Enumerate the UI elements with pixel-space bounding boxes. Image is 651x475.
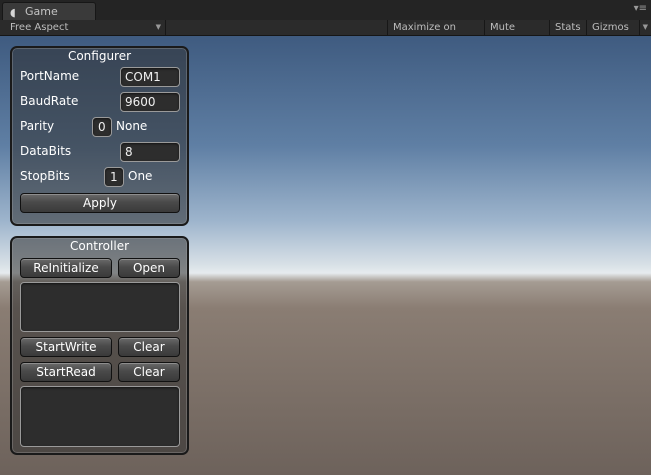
game-toolbar: Free Aspect ▼ Maximize on Play Mute audi… [0, 20, 651, 48]
data-bits-label: DataBits [20, 144, 72, 158]
read-text-area[interactable] [20, 386, 180, 447]
parity-label: Parity [20, 119, 55, 133]
controller-panel: Controller ReInitialize Open StartWrite … [10, 236, 189, 455]
chevron-down-icon: ▼ [155, 23, 161, 31]
baud-rate-label: BaudRate [20, 94, 79, 108]
tab-game-label: Game [25, 5, 58, 18]
aspect-dropdown-label: Free Aspect [10, 22, 69, 33]
tab-menu-icon[interactable]: ▾≡ [634, 4, 647, 14]
parity-field[interactable]: 0 [92, 117, 112, 137]
stats-toggle[interactable]: Stats [549, 20, 586, 35]
parity-value-text: None [116, 119, 148, 133]
tab-bar: ◖ Game ▾≡ [0, 0, 651, 20]
open-button[interactable]: Open [118, 258, 180, 278]
tab-game[interactable]: ◖ Game [2, 2, 96, 20]
stop-bits-value-text: One [128, 169, 153, 183]
configurer-panel: Configurer PortName COM1 BaudRate 9600 P… [10, 46, 189, 226]
game-view: Configurer PortName COM1 BaudRate 9600 P… [0, 36, 651, 475]
start-read-button[interactable]: StartRead [20, 362, 112, 382]
configurer-title: Configurer [67, 49, 132, 63]
clear-read-button[interactable]: Clear [118, 362, 180, 382]
stats-label: Stats [555, 22, 581, 33]
chevron-down-icon: ▼ [638, 20, 648, 35]
port-name-field[interactable]: COM1 [120, 67, 180, 87]
aspect-dropdown[interactable]: Free Aspect ▼ [0, 20, 166, 35]
gizmos-label: Gizmos [592, 22, 629, 33]
data-bits-field[interactable]: 8 [120, 142, 180, 162]
mute-audio-toggle[interactable]: Mute audio [484, 20, 549, 48]
stop-bits-field[interactable]: 1 [104, 167, 124, 187]
stop-bits-label: StopBits [20, 169, 70, 183]
gizmos-dropdown[interactable]: Gizmos ▼ [586, 20, 651, 35]
start-write-button[interactable]: StartWrite [20, 337, 112, 357]
maximize-on-play-toggle[interactable]: Maximize on Play [387, 20, 484, 48]
apply-button[interactable]: Apply [20, 193, 180, 213]
reinitialize-button[interactable]: ReInitialize [20, 258, 112, 278]
controller-title: Controller [69, 239, 130, 253]
baud-rate-field[interactable]: 9600 [120, 92, 180, 112]
port-name-label: PortName [20, 69, 80, 83]
clear-write-button[interactable]: Clear [118, 337, 180, 357]
write-text-area[interactable] [20, 282, 180, 332]
pacman-icon: ◖ [10, 6, 16, 19]
